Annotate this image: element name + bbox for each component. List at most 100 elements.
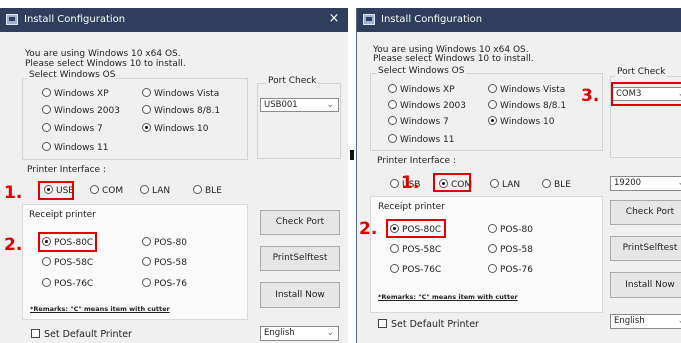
option-label: Windows 8/8.1	[500, 101, 567, 111]
language-select[interactable]: English ⌄	[260, 326, 339, 341]
option-label: Windows XP	[54, 89, 109, 99]
radio-icon	[193, 185, 202, 194]
os-option-windows-10[interactable]: Windows 10	[142, 123, 209, 135]
checkbox-icon	[31, 329, 40, 338]
option-label: Windows XP	[400, 85, 455, 95]
printer-option-pos-80[interactable]: POS-80	[488, 224, 533, 236]
printer-option-pos-76c[interactable]: POS-76C	[390, 264, 441, 276]
port-check-label: Port Check	[266, 76, 319, 87]
os-option-windows-11[interactable]: Windows 11	[388, 134, 455, 146]
os-option-windows-xp[interactable]: Windows XP	[42, 88, 109, 100]
install-config-dialog-com: Install Configuration You are using Wind…	[356, 8, 681, 343]
print-selftest-button[interactable]: PrintSelftest	[260, 246, 340, 271]
title-bar: Install Configuration ×	[0, 8, 348, 32]
interface-option-ble[interactable]: BLE	[193, 185, 222, 197]
os-option-windows-2003[interactable]: Windows 2003	[42, 105, 120, 117]
os-option-windows-8[interactable]: Windows 8/8.1	[488, 100, 566, 112]
checkbox-label: Set Default Printer	[391, 319, 479, 330]
option-label: Windows 2003	[400, 101, 466, 111]
radio-icon	[390, 264, 399, 273]
printer-option-pos-80[interactable]: POS-80	[142, 237, 187, 249]
option-label: LAN	[152, 186, 171, 196]
highlight-box-receipt	[386, 219, 446, 238]
os-option-windows-xp[interactable]: Windows XP	[388, 84, 455, 96]
checkbox-icon	[378, 319, 387, 328]
interface-option-lan[interactable]: LAN	[490, 179, 520, 191]
printer-option-pos-76[interactable]: POS-76	[142, 278, 187, 290]
option-label: POS-76C	[402, 265, 442, 275]
app-icon	[363, 14, 375, 25]
option-label: Windows 8/8.1	[154, 106, 221, 116]
radio-icon	[488, 244, 497, 253]
set-default-printer-checkbox[interactable]: Set Default Printer	[31, 329, 132, 341]
radio-selected-icon	[142, 123, 151, 132]
option-label: Windows 10	[154, 124, 209, 134]
step-marker-1: 1.	[401, 173, 420, 193]
remarks-note: *Remarks: "C" means item with cutter	[30, 305, 170, 313]
radio-icon	[488, 84, 497, 93]
set-default-printer-checkbox[interactable]: Set Default Printer	[378, 319, 479, 331]
radio-icon	[488, 224, 497, 233]
os-option-windows-10[interactable]: Windows 10	[488, 116, 555, 128]
check-port-button[interactable]: Check Port	[260, 210, 340, 235]
radio-icon	[142, 257, 151, 266]
printer-option-pos-76c[interactable]: POS-76C	[42, 278, 93, 290]
remarks-note: *Remarks: "C" means item with cutter	[378, 293, 518, 301]
port-select[interactable]: USB001 ⌄	[260, 98, 339, 112]
language-select[interactable]: English ⌄	[610, 314, 681, 329]
radio-icon	[388, 100, 397, 109]
os-group-label: Select Windows OS	[27, 70, 118, 81]
option-label: POS-58	[500, 245, 533, 255]
option-label: POS-80	[500, 225, 533, 235]
option-label: POS-76C	[54, 279, 94, 289]
language-value: English	[264, 328, 295, 338]
radio-icon	[142, 105, 151, 114]
option-label: Windows 10	[500, 117, 555, 127]
os-option-windows-7[interactable]: Windows 7	[388, 116, 449, 128]
printer-option-pos-58[interactable]: POS-58	[488, 244, 533, 256]
option-label: POS-58	[154, 258, 187, 268]
window-title: Install Configuration	[24, 14, 126, 25]
printer-option-pos-58[interactable]: POS-58	[142, 257, 187, 269]
radio-icon	[488, 264, 497, 273]
radio-icon	[90, 185, 99, 194]
radio-icon	[42, 123, 51, 132]
install-now-button[interactable]: Install Now	[610, 272, 681, 298]
radio-icon	[542, 179, 551, 188]
baud-rate-value: 19200	[614, 178, 642, 188]
background-fragment	[350, 150, 354, 160]
interface-option-com[interactable]: COM	[90, 185, 123, 197]
os-option-windows-vista[interactable]: Windows Vista	[488, 84, 565, 96]
radio-icon	[42, 142, 51, 151]
os-option-windows-8[interactable]: Windows 8/8.1	[142, 105, 220, 117]
interface-option-ble[interactable]: BLE	[542, 179, 571, 191]
os-option-windows-7[interactable]: Windows 7	[42, 123, 103, 135]
radio-icon	[142, 278, 151, 287]
os-info-line-2: Please select Windows 10 to install.	[25, 59, 186, 69]
os-option-windows-vista[interactable]: Windows Vista	[142, 88, 219, 100]
os-option-windows-11[interactable]: Windows 11	[42, 142, 109, 154]
step-marker-2: 2.	[359, 219, 378, 239]
option-label: BLE	[205, 186, 222, 196]
interface-option-lan[interactable]: LAN	[140, 185, 170, 197]
printer-interface-label: Printer Interface :	[377, 156, 456, 166]
radio-icon	[388, 116, 397, 125]
language-value: English	[614, 316, 645, 326]
option-label: Windows Vista	[154, 89, 220, 99]
print-selftest-button[interactable]: PrintSelftest	[610, 236, 681, 261]
os-option-windows-2003[interactable]: Windows 2003	[388, 100, 466, 112]
baud-rate-select[interactable]: 19200 ⌄	[610, 176, 681, 191]
radio-selected-icon	[488, 116, 497, 125]
radio-icon	[390, 244, 399, 253]
close-icon[interactable]: ×	[326, 12, 342, 26]
install-now-button[interactable]: Install Now	[260, 282, 340, 308]
chevron-down-icon: ⌄	[677, 315, 681, 328]
printer-option-pos-76[interactable]: POS-76	[488, 264, 533, 276]
printer-option-pos-58c[interactable]: POS-58C	[42, 257, 93, 269]
printer-option-pos-58c[interactable]: POS-58C	[390, 244, 441, 256]
check-port-button[interactable]: Check Port	[610, 200, 681, 225]
window-title: Install Configuration	[381, 14, 483, 25]
option-label: LAN	[502, 180, 521, 190]
radio-icon	[42, 88, 51, 97]
install-config-dialog-usb: Install Configuration × You are using Wi…	[0, 8, 348, 343]
